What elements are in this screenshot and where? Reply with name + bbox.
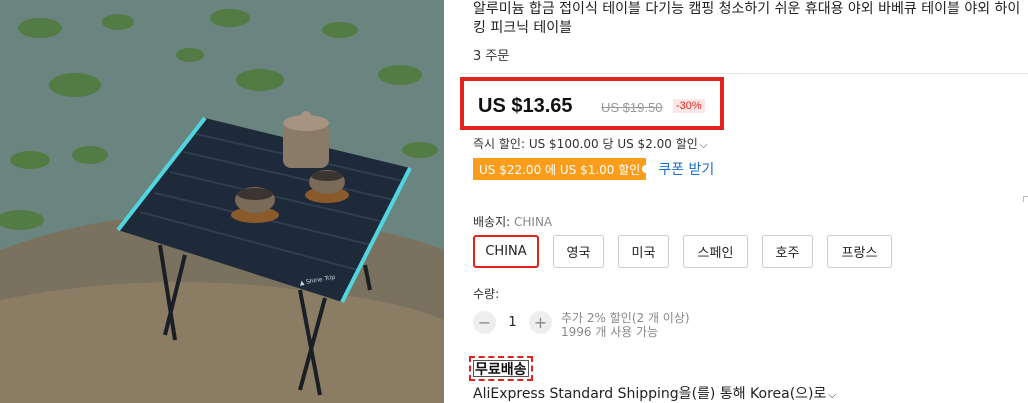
- coupon-row: US $22.00 에 US $1.00 할인 쿠폰 받기: [473, 158, 714, 180]
- quantity-label: 수량:: [473, 287, 500, 301]
- price-box: US $13.65 US $19.50 -30%: [460, 77, 724, 130]
- chevron-down-icon: ⌵: [699, 140, 708, 151]
- bulk-discount-note: 추가 2% 할인(2 개 이상): [561, 311, 690, 325]
- quantity-input[interactable]: 1: [496, 315, 529, 330]
- chevron-down-icon: ⌵: [828, 390, 836, 401]
- shipping-method-text: AliExpress Standard Shipping을(를) 통해 Kore…: [473, 386, 827, 402]
- ship-from-option-china[interactable]: CHINA: [473, 235, 539, 268]
- ship-from-label: 배송지: CHINA: [473, 213, 552, 230]
- quantity-stepper: − 1 +: [473, 311, 552, 334]
- quantity-increase-button[interactable]: +: [529, 311, 552, 334]
- free-shipping-label: 무료배송: [469, 356, 533, 381]
- order-count: 3 주문: [473, 49, 510, 64]
- product-photo: ▲ Shine Trip: [0, 0, 444, 403]
- available-stock: 1996 개 사용 가능: [561, 325, 659, 339]
- ship-from-option-australia[interactable]: 호주: [762, 235, 813, 268]
- product-title: 알루미늄 합금 접이식 테이블 다기능 캠핑 청소하기 쉬운 휴대용 야외 바베…: [473, 1, 1021, 36]
- ship-from-option-france[interactable]: 프랑스: [827, 235, 892, 268]
- current-price: US $13.65: [478, 95, 573, 117]
- quantity-decrease-button[interactable]: −: [473, 311, 496, 334]
- coupon-badge: US $22.00 에 US $1.00 할인: [473, 158, 651, 180]
- ship-from-option-spain[interactable]: 스페인: [683, 235, 748, 268]
- quantity-info: 추가 2% 할인(2 개 이상) 1996 개 사용 가능: [561, 311, 690, 339]
- divider: [460, 73, 1028, 74]
- ship-from-value: CHINA: [514, 215, 553, 229]
- ship-from-option-us[interactable]: 미국: [618, 235, 669, 268]
- ship-from-label-text: 배송지:: [473, 215, 511, 229]
- product-details: 알루미늄 합금 접이식 테이블 다기능 캠핑 청소하기 쉬운 휴대용 야외 바베…: [444, 0, 1028, 403]
- ship-from-options: CHINA 영국 미국 스페인 호주 프랑스: [473, 235, 906, 268]
- product-image[interactable]: ▲ Shine Trip: [0, 0, 444, 403]
- get-coupon-link[interactable]: 쿠폰 받기: [658, 159, 714, 179]
- scrollbar-indicator[interactable]: [1023, 196, 1028, 202]
- original-price: US $19.50: [601, 100, 663, 115]
- shipping-method[interactable]: AliExpress Standard Shipping을(를) 통해 Kore…: [473, 383, 836, 403]
- ship-from-option-uk[interactable]: 영국: [553, 235, 604, 268]
- instant-discount-text: 즉시 할인: US $100.00 당 US $2.00 할인: [473, 137, 698, 151]
- instant-discount[interactable]: 즉시 할인: US $100.00 당 US $2.00 할인 ⌵: [473, 135, 707, 152]
- discount-badge: -30%: [673, 99, 705, 113]
